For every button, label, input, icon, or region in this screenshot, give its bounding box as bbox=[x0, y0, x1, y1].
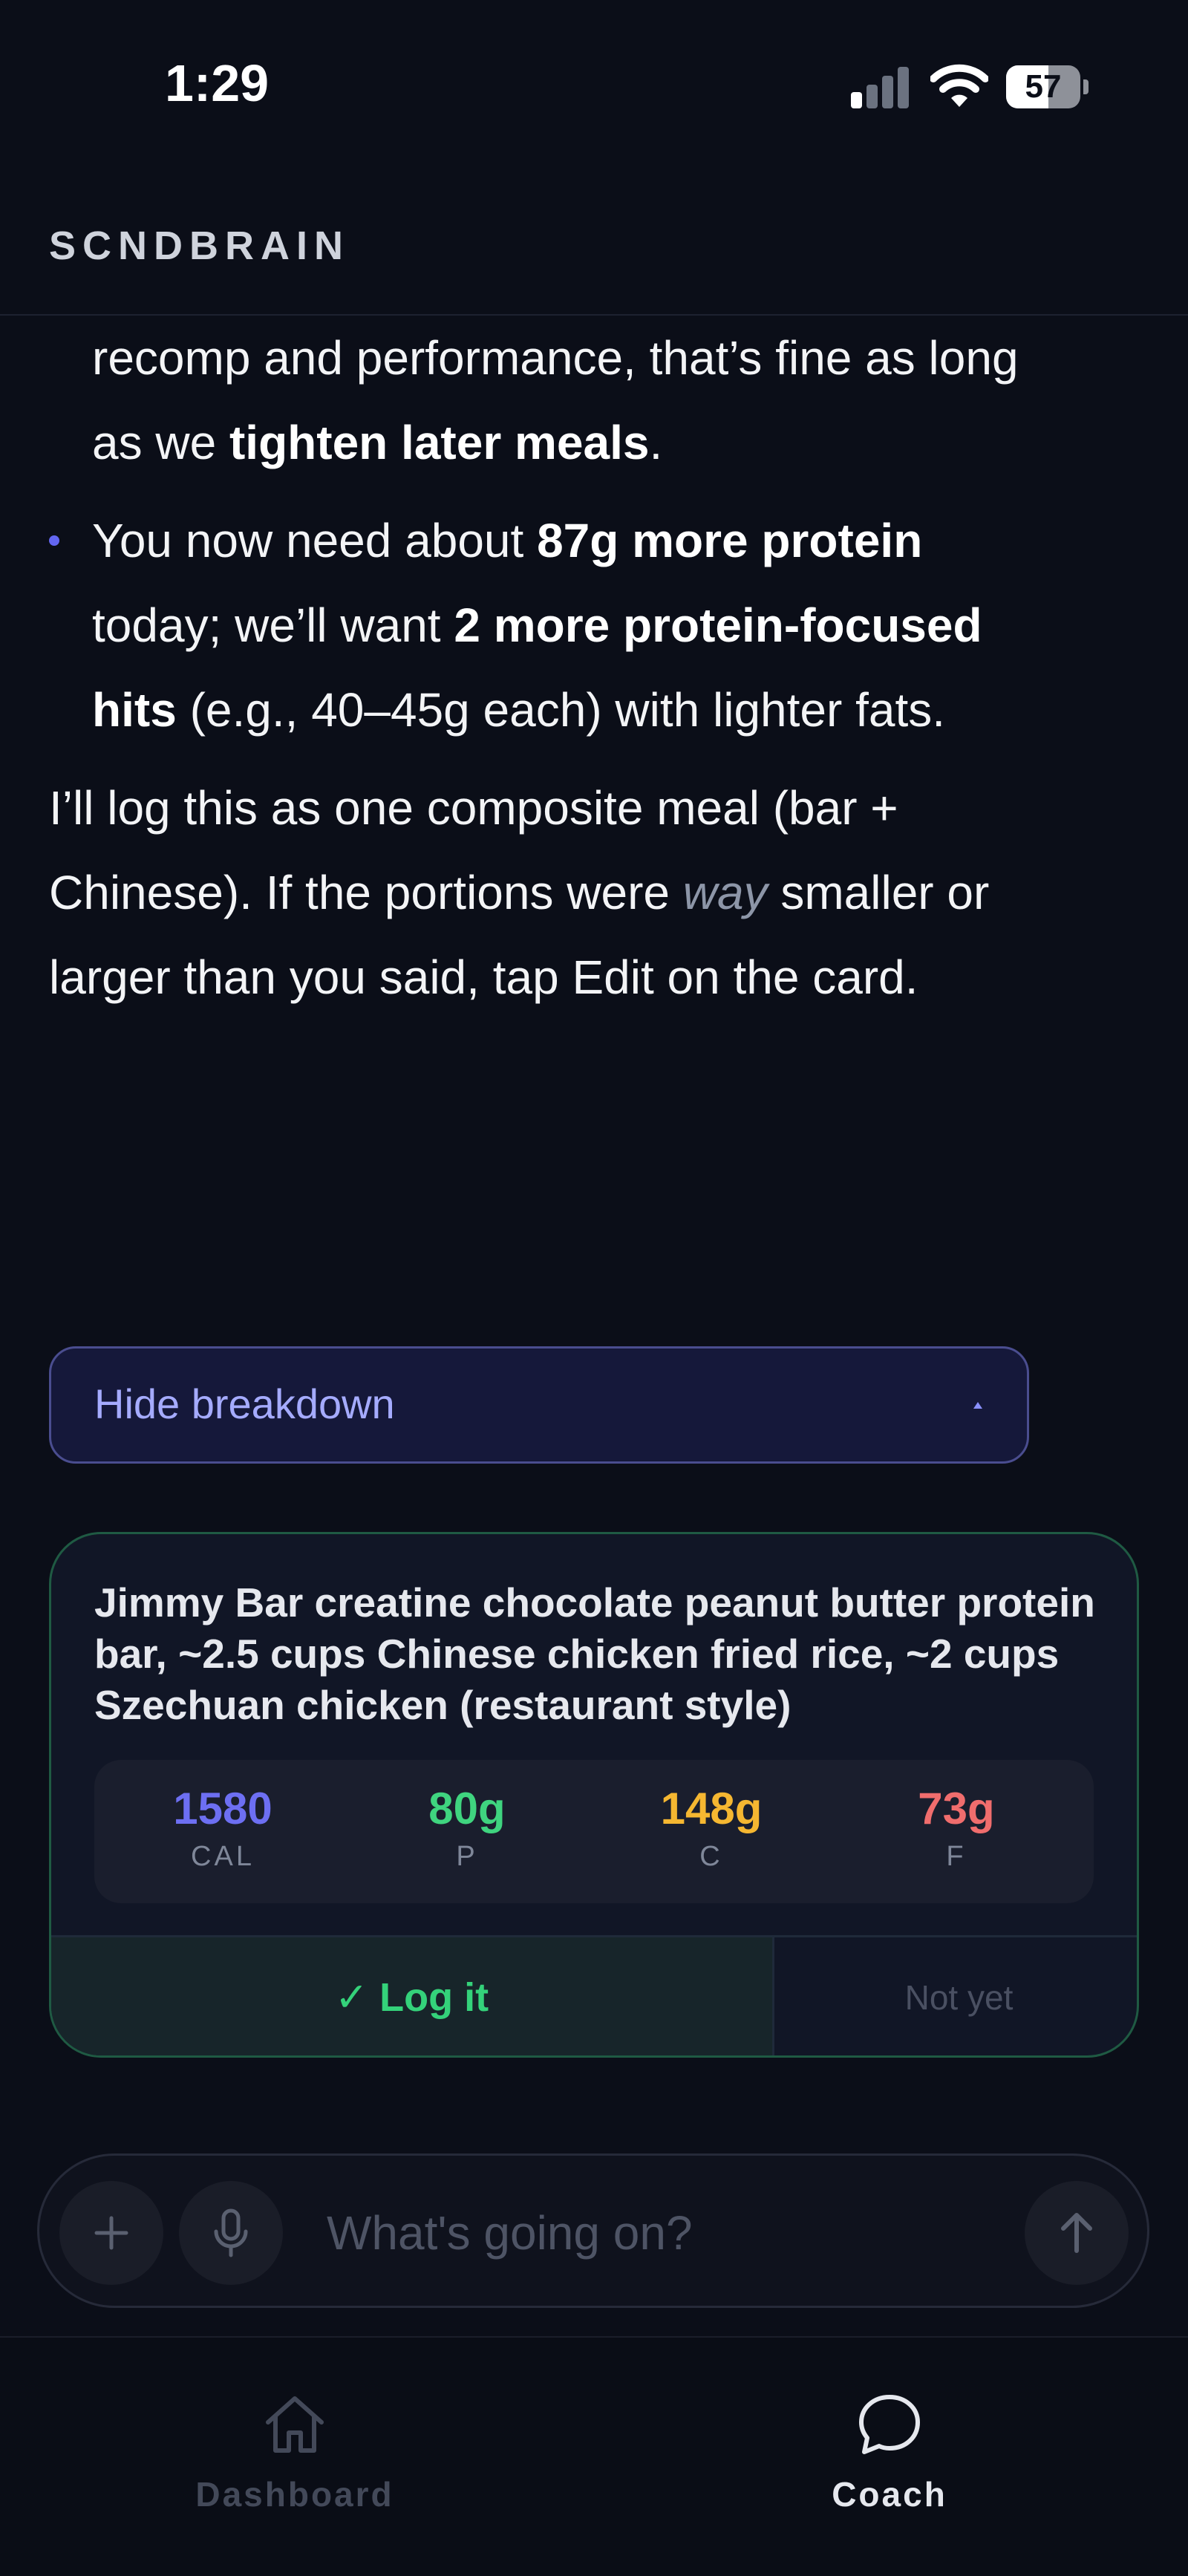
card-actions: ✓ Log it Not yet bbox=[51, 1935, 1137, 2055]
macro-label: CAL bbox=[191, 1841, 255, 1872]
send-button[interactable] bbox=[1025, 2181, 1129, 2285]
tab-label: Coach bbox=[832, 2475, 947, 2514]
plus-icon bbox=[94, 2216, 128, 2250]
meal-card: Jimmy Bar creatine chocolate peanut butt… bbox=[49, 1532, 1139, 2058]
tab-label: Dashboard bbox=[195, 2475, 394, 2514]
cellular-signal-icon bbox=[851, 65, 910, 108]
bottom-tab-bar: Dashboard Coach bbox=[0, 2336, 1188, 2576]
app-brand: SCNDBRAIN bbox=[49, 224, 350, 268]
battery-percent: 57 bbox=[1025, 68, 1062, 105]
macro-value: 1580 bbox=[173, 1784, 272, 1833]
macro-summary: 1580 CAL 80g P 148g C 73g F bbox=[94, 1760, 1094, 1903]
meal-description: Jimmy Bar creatine chocolate peanut butt… bbox=[94, 1579, 1095, 1728]
macro-value: 73g bbox=[918, 1784, 995, 1833]
battery-icon: 57 bbox=[1006, 65, 1089, 108]
message-bullet-2: You now need about 87g more protein toda… bbox=[49, 498, 1037, 752]
chat-bubble-icon bbox=[859, 2395, 920, 2454]
message-composer bbox=[37, 2153, 1149, 2308]
log-it-button[interactable]: ✓ Log it bbox=[51, 1937, 774, 2055]
microphone-button[interactable] bbox=[179, 2181, 283, 2285]
app-header: SCNDBRAIN bbox=[0, 171, 1188, 316]
tab-coach[interactable]: Coach bbox=[741, 2390, 1038, 2538]
macro-value: 80g bbox=[428, 1784, 506, 1833]
attach-button[interactable] bbox=[59, 2181, 163, 2285]
not-yet-button[interactable]: Not yet bbox=[777, 1937, 1137, 2055]
bullet-dot bbox=[49, 535, 59, 546]
message-bullet-1: recomp and performance, that’s fine as l… bbox=[92, 331, 1019, 469]
macro-label: F bbox=[946, 1841, 967, 1872]
status-bar: 1:29 57 bbox=[0, 0, 1188, 171]
coach-message: recomp and performance, that’s fine as l… bbox=[49, 316, 1037, 1020]
macro-protein: 80g P bbox=[356, 1782, 578, 1877]
breakdown-label: Hide breakdown bbox=[94, 1380, 395, 1427]
macro-value: 148g bbox=[660, 1784, 763, 1833]
microphone-icon bbox=[214, 2208, 248, 2257]
macro-fat: 73g F bbox=[845, 1782, 1068, 1877]
message-paragraph: I’ll log this as one composite meal (bar… bbox=[49, 781, 990, 1004]
macro-calories: 1580 CAL bbox=[111, 1782, 334, 1877]
hide-breakdown-button[interactable]: Hide breakdown bbox=[49, 1346, 1029, 1464]
arrow-up-icon bbox=[1061, 2213, 1092, 2253]
wifi-icon bbox=[930, 64, 988, 107]
macro-label: C bbox=[699, 1841, 723, 1872]
tab-dashboard[interactable]: Dashboard bbox=[146, 2390, 443, 2538]
home-icon bbox=[266, 2396, 324, 2453]
message-input[interactable] bbox=[325, 2185, 1008, 2280]
caret-up-icon bbox=[973, 1402, 982, 1409]
macro-carbs: 148g C bbox=[600, 1782, 823, 1877]
macro-label: P bbox=[456, 1841, 478, 1872]
status-time: 1:29 bbox=[165, 54, 270, 112]
